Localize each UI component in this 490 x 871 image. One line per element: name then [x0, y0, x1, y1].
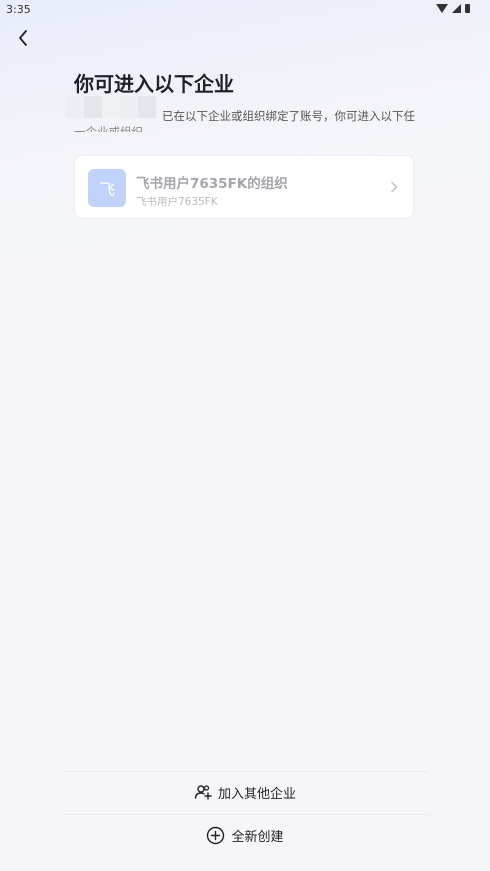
- organization-name: 飞书用户7635FK的组织: [136, 176, 288, 192]
- signal-icon: [452, 4, 461, 13]
- page-subtitle-continued: 一企业或组织: [74, 125, 143, 132]
- organization-avatar: 飞: [88, 169, 126, 207]
- wifi-icon: [436, 4, 448, 13]
- chevron-left-icon: [19, 30, 27, 46]
- battery-icon: [465, 4, 470, 13]
- page-subtitle: 已在以下企业或组织绑定了账号，你可进入以下任: [162, 109, 415, 123]
- add-users-icon: [194, 785, 212, 800]
- organization-card[interactable]: 飞 飞书用户7635FK的组织 飞书用户7635FK: [74, 155, 414, 219]
- organization-user-id: 飞书用户7635FK: [136, 196, 218, 208]
- page-title: 你可进入以下企业: [74, 72, 234, 96]
- status-time: 3:35: [6, 3, 31, 16]
- redacted-account: [66, 96, 158, 118]
- plus-circle-icon: [207, 826, 225, 844]
- join-other-enterprise-label: 加入其他企业: [217, 786, 296, 802]
- chevron-right-icon: [391, 181, 398, 193]
- join-other-enterprise-button[interactable]: 加入其他企业: [62, 772, 428, 812]
- status-icons: [436, 4, 470, 13]
- create-new-button[interactable]: 全新创建: [62, 815, 428, 855]
- status-bar: 3:35: [0, 0, 490, 22]
- back-button[interactable]: [12, 26, 36, 50]
- create-new-label: 全新创建: [231, 829, 284, 845]
